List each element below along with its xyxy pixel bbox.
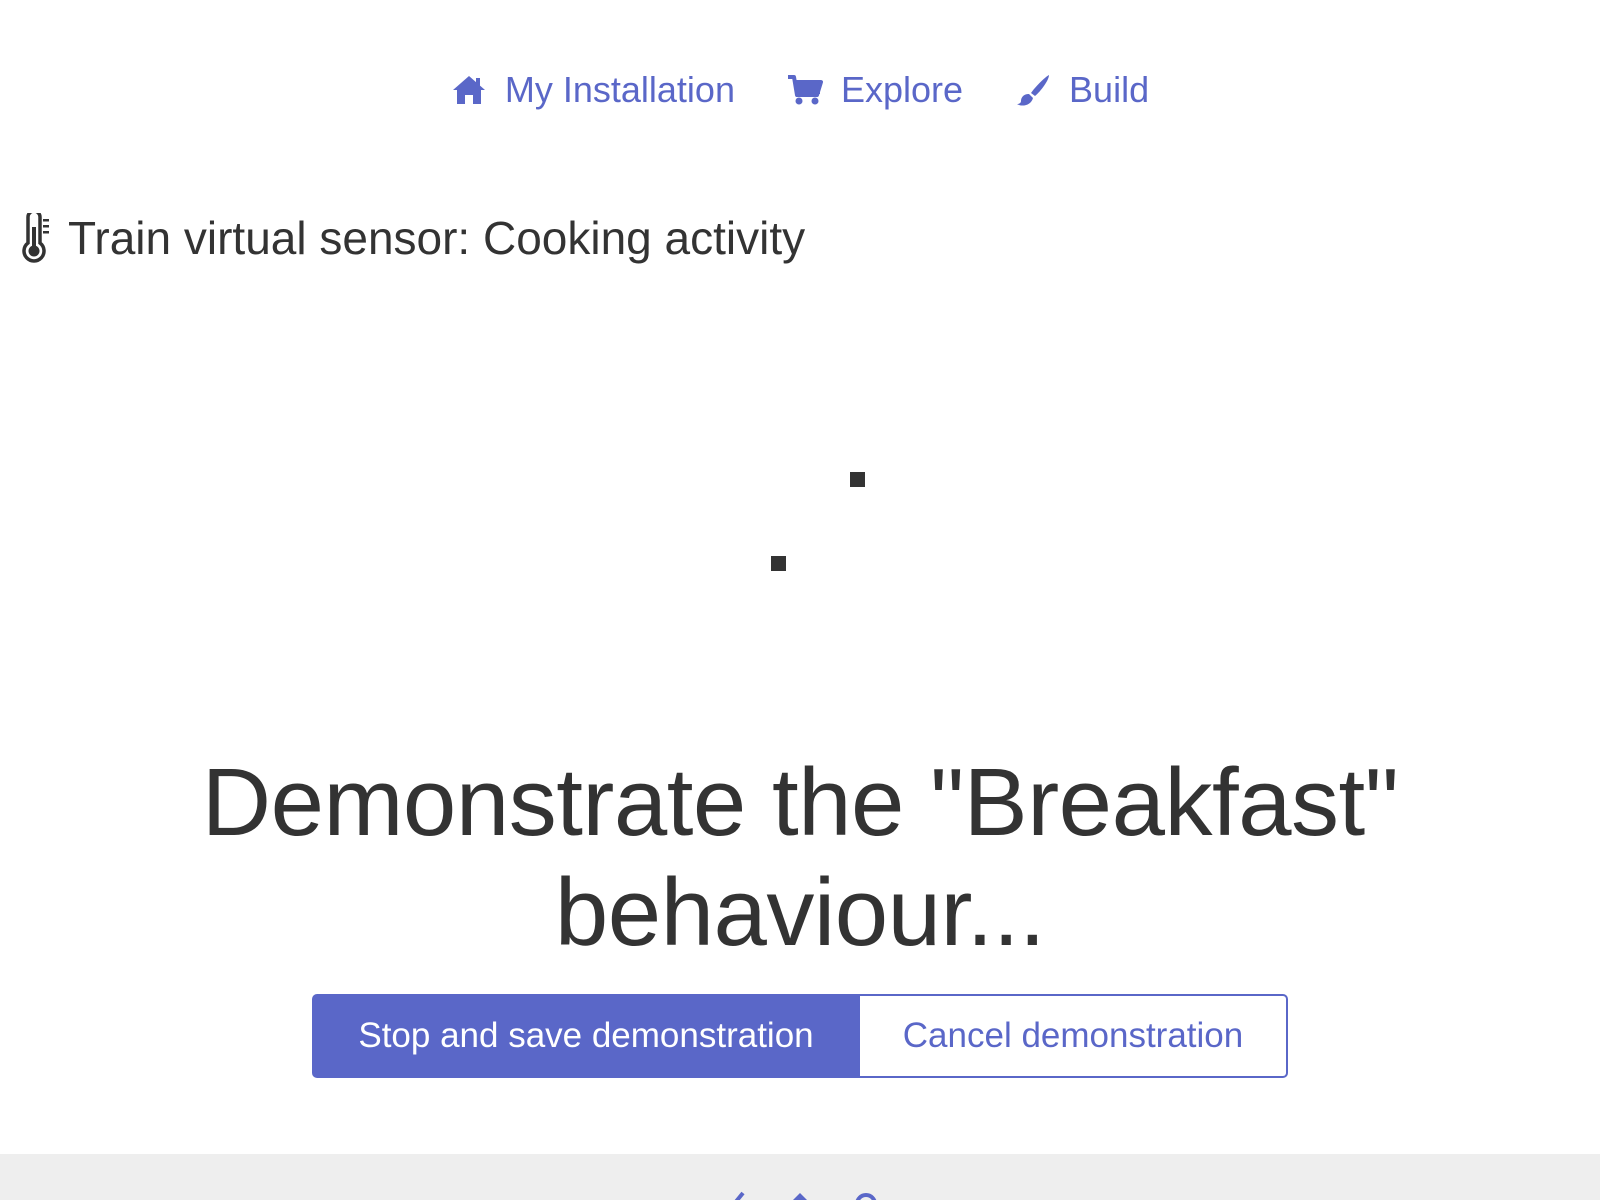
demonstration-actions: Stop and save demonstration Cancel demon… [312,994,1288,1078]
page-title-text: Train virtual sensor: Cooking activity [68,212,806,264]
spinner-dot [850,472,865,487]
footer-link-icon-1 [721,1188,747,1200]
page-title: Train virtual sensor: Cooking activity [18,208,805,268]
prompt-line-2: behaviour... [554,859,1046,966]
shopping-cart-icon [787,75,823,105]
footer [0,1154,1600,1200]
cancel-demonstration-button[interactable]: Cancel demonstration [860,994,1288,1078]
spinner-dot [771,556,786,571]
paint-brush-icon [1017,75,1050,106]
nav-item-my-installation[interactable]: My Installation [451,62,735,118]
nav-item-label: My Installation [504,69,735,110]
nav-item-explore[interactable]: Explore [787,62,963,118]
top-navigation: My Installation Explore Build [0,62,1600,118]
home-icon [452,76,485,104]
footer-link-icon-3 [853,1188,879,1200]
footer-link-icon-2 [787,1188,813,1200]
thermometer-icon [22,213,49,263]
loading-spinner-icon [720,420,880,620]
footer-links [0,1188,1600,1200]
prompt-line-1: Demonstrate the "Breakfast" [201,749,1399,856]
demonstration-prompt: Demonstrate the "Breakfast" behaviour... [0,748,1600,968]
footer-link[interactable] [721,1188,747,1200]
page: My Installation Explore Build Train virt… [0,0,1600,1200]
nav-item-label: Explore [840,69,964,110]
nav-item-label: Build [1069,69,1150,110]
stop-and-save-button[interactable]: Stop and save demonstration [312,994,860,1078]
footer-link[interactable] [787,1188,813,1200]
nav-item-build[interactable]: Build [1015,62,1149,118]
footer-link[interactable] [853,1188,879,1200]
